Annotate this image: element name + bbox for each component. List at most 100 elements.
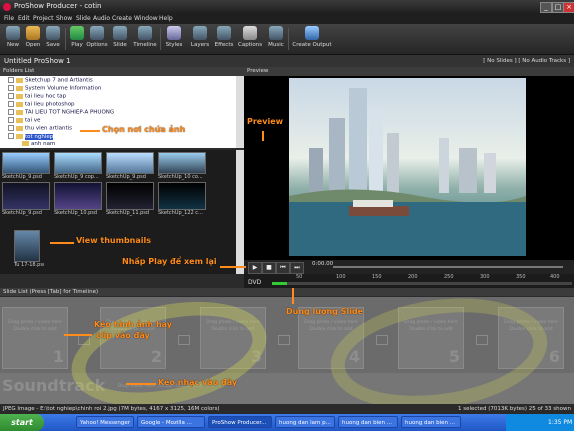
thumbnail[interactable]: SketchUp_9 cop... [54,152,102,182]
slide-button[interactable]: Slide [108,26,132,48]
folder-icon [16,133,23,139]
menu-help[interactable]: Help [159,15,173,22]
timeline-ruler: 50 100 150 200 250 300 350 400 [244,274,574,288]
annotation-thumbnails: View thumbnails [76,236,152,245]
menu-project[interactable]: Project [33,15,54,22]
app-icon [3,3,11,11]
thumbnail[interactable]: SketchUp_9.psd [106,152,154,182]
thumbnail[interactable]: SketchUp_10.psd [54,182,102,218]
folders-list[interactable]: Sketchup 7 and Artlantis System Volume I… [0,76,236,148]
annotation-drag-clip: Kéo hình ảnh hay [94,320,173,329]
new-icon [6,26,20,40]
annotation-drag-music: Kéo nhạc vào đây [158,378,238,387]
layers-icon [193,26,207,40]
effects-icon [217,26,231,40]
taskbar-item-word[interactable]: huong dan bien ... [401,416,461,428]
annotation-arrow [292,288,294,304]
annotation-arrow [80,130,100,132]
status-selection: 1 selected (7013K bytes) 25 of 33 shown [458,406,571,412]
options-button[interactable]: Options [85,26,109,48]
taskbar-item-word[interactable]: huong dan bien ... [338,416,398,428]
taskbar-item-firefox[interactable]: Google - Mozilla ... [137,416,205,428]
thumbnail[interactable]: SketchUp_9.psd [2,152,50,182]
menu-bar: File Edit Project Show Slide Audio Creat… [0,14,574,24]
window-title: ProShow Producer - cotin [14,2,102,10]
transition-slot[interactable] [278,335,290,345]
options-icon [90,26,104,40]
toolbar: New Open Save Play Options Slide Timelin… [0,24,574,55]
menu-slide[interactable]: Slide [76,15,91,22]
annotation-arrow [262,131,264,141]
slide-icon [113,26,127,40]
annotation-arrow [64,334,92,336]
open-folder-icon [26,26,40,40]
folder-icon [22,141,29,146]
layers-button[interactable]: Layers [188,26,212,48]
annotation-arrow [220,266,246,268]
folder-icon [16,117,23,123]
minimize-button[interactable]: _ [540,2,552,13]
preview-scrubber[interactable] [333,266,563,268]
slide-list-header: Slide List (Press [Tab] for Timeline) [0,288,574,296]
thumbnail[interactable]: SketchUp_11.psd [106,182,154,218]
close-button[interactable]: × [563,2,574,13]
next-control[interactable]: ⏭ [290,262,304,274]
menu-window[interactable]: Window [134,15,158,22]
output-format-label: DVD [248,279,262,286]
folder-item[interactable]: tai lieu hoc tap [8,93,66,100]
taskbar-item-proshow[interactable]: ProShow Producer... [208,416,272,428]
styles-button[interactable]: Styles [162,26,186,48]
status-file-info: JPEG Image - E:\tot nghiep\chinh roi 2.j… [3,406,220,412]
stop-control[interactable]: ■ [262,262,276,274]
folder-icon [16,85,23,91]
menu-file[interactable]: File [4,15,14,22]
captions-button[interactable]: Captions [238,26,262,48]
timeline-button[interactable]: Timeline [133,26,157,48]
create-output-button[interactable]: Create Output [292,26,332,48]
annotation-drag-clip-2: clip vào đây [96,331,150,340]
thumbnail[interactable]: SketchUp_122 c... [158,182,206,218]
menu-audio[interactable]: Audio [93,15,110,22]
folder-item[interactable]: System Volume Information [8,85,101,92]
previous-control[interactable]: ⏮ [276,262,290,274]
folder-item[interactable]: anh nam [22,141,55,147]
preview-time: 0:00.00 [312,261,334,267]
taskbar-item-yahoo[interactable]: Yahoo! Messenger [76,416,134,428]
annotation-folder: Chọn nơi chứa ảnh [102,125,186,134]
folder-item[interactable]: tai ve [8,117,40,124]
menu-edit[interactable]: Edit [18,15,30,22]
save-icon [46,26,60,40]
folder-icon [16,101,23,107]
output-size-fill [272,282,287,285]
thumbnail-grid: SketchUp_9.psd SketchUp_9 cop... SketchU… [0,150,236,274]
captions-icon [243,26,257,40]
menu-create[interactable]: Create [112,15,132,22]
project-title: Untitled ProShow 1 [4,57,71,65]
music-button[interactable]: Music [264,26,288,48]
thumbnail[interactable]: SketchUp_10 co... [158,152,206,182]
annotation-preview: Preview [247,117,284,126]
thumbnail[interactable]: SketchUp_9.psd [2,182,50,218]
folder-item[interactable]: TAI LIEU TOT NGHIEP-A PHUONG [8,109,114,116]
thumbnail-scrollbar[interactable] [236,150,244,274]
folder-item[interactable]: thu vien artlantis [8,125,72,132]
folder-icon [16,109,23,115]
taskbar-item-word[interactable]: huong dan lam p... [275,416,335,428]
play-control[interactable]: ▶ [248,262,262,274]
folder-item[interactable]: tai lieu photoshop [8,101,75,108]
annotation-play: Nhấp Play để xem lại [122,257,217,266]
play-icon [70,26,84,40]
folder-item-selected[interactable]: tot nghiep [8,133,54,140]
save-button[interactable]: Save [41,26,65,48]
slide-slot[interactable]: Drag photo / video here Double click to a… [2,307,68,369]
preview-image [289,78,526,256]
folders-scrollbar[interactable] [236,76,244,148]
thumbnail[interactable]: Tu 17-18.psd [14,230,44,274]
annotation-arrow [50,242,74,244]
start-button[interactable]: start [0,414,44,431]
folder-item[interactable]: Sketchup 7 and Artlantis [8,77,93,84]
folder-icon [16,93,23,99]
effects-button[interactable]: Effects [212,26,236,48]
title-bar: ProShow Producer - cotin _ □ × [0,0,574,14]
menu-show[interactable]: Show [56,15,72,22]
